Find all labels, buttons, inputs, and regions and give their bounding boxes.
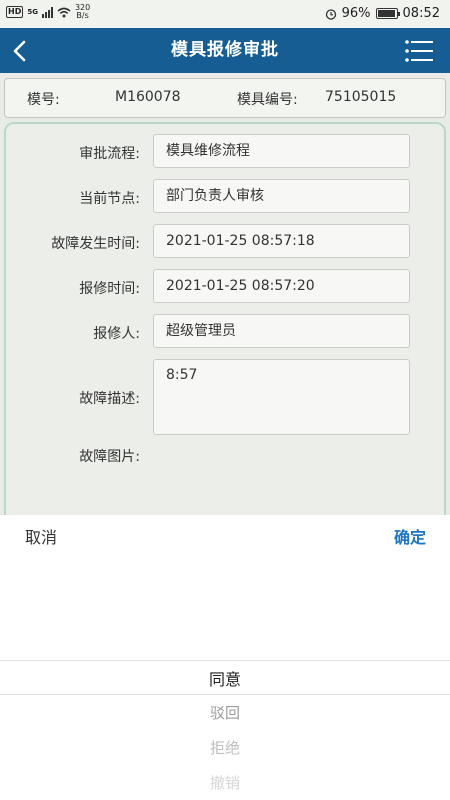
- fault-image-label: 故障图片:: [79, 449, 140, 465]
- mold-code-label: 模具编号:: [237, 92, 298, 108]
- network-type: HD: [6, 6, 24, 18]
- fault-desc-textarea[interactable]: 8:57: [153, 359, 410, 435]
- picker-option[interactable]: 驳回: [0, 702, 450, 723]
- page-title: 模具报修审批: [171, 40, 279, 60]
- mold-model-label: 模号:: [27, 92, 60, 108]
- approval-picker: 取消 确定 同意 驳回 拒绝 撤销: [0, 515, 450, 800]
- status-right: 96% 08:52: [325, 6, 440, 21]
- list-menu-icon: [405, 40, 433, 62]
- app-header: 模具报修审批: [0, 28, 450, 73]
- battery-icon: [375, 8, 400, 19]
- picker-confirm-button[interactable]: 确定: [394, 524, 426, 548]
- fault-time-label: 故障发生时间:: [51, 236, 140, 252]
- status-bar: HD 5G 320 B/s 96% 08:52: [0, 0, 450, 28]
- node-field[interactable]: 部门负责人审核: [153, 179, 410, 213]
- report-time-label: 报修时间:: [79, 281, 140, 297]
- network-speed: 320 B/s: [75, 4, 90, 20]
- report-time-field[interactable]: 2021-01-25 08:57:20: [153, 269, 410, 303]
- signal-icon: [41, 6, 53, 18]
- status-left: HD 5G 320 B/s: [6, 4, 90, 20]
- clock: 08:52: [402, 6, 440, 21]
- process-label: 审批流程:: [79, 146, 140, 162]
- node-label: 当前节点:: [79, 191, 140, 207]
- alarm-icon: [325, 8, 336, 20]
- wifi-icon: [57, 7, 71, 17]
- mold-model-value: M160078: [115, 89, 181, 105]
- picker-selection-top-line: [0, 660, 450, 661]
- mold-code-value: 75105015: [325, 89, 397, 105]
- approval-form: 审批流程: 模具维修流程 当前节点: 部门负责人审核 故障发生时间: 2021-…: [4, 122, 446, 542]
- mold-info-card: 模号: M160078 模具编号: 75105015: [4, 78, 446, 118]
- fault-desc-label: 故障描述:: [79, 391, 140, 407]
- fault-time-field[interactable]: 2021-01-25 08:57:18: [153, 224, 410, 258]
- network-gen: 5G: [27, 8, 38, 16]
- battery-percent: 96%: [341, 6, 371, 21]
- picker-option[interactable]: 撤销: [0, 772, 450, 793]
- menu-button[interactable]: [404, 38, 434, 64]
- process-field[interactable]: 模具维修流程: [153, 134, 410, 168]
- picker-option-selected[interactable]: 同意: [0, 666, 450, 690]
- picker-selection-bottom-line: [0, 694, 450, 695]
- reporter-label: 报修人:: [93, 326, 140, 342]
- speed-unit: B/s: [76, 11, 89, 20]
- picker-option[interactable]: 拒绝: [0, 737, 450, 758]
- picker-cancel-button[interactable]: 取消: [25, 524, 57, 548]
- reporter-field[interactable]: 超级管理员: [153, 314, 410, 348]
